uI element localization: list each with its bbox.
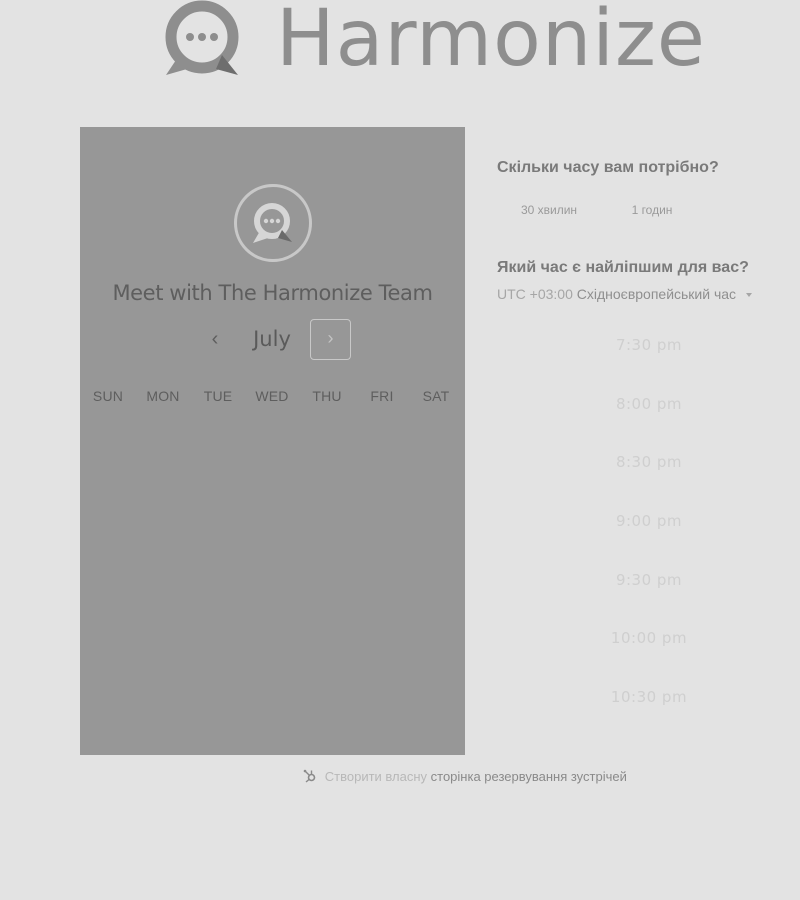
time-slot[interactable]: 8:30 pm [560,444,738,480]
duration-option-1hour[interactable]: 1 годин [606,197,698,223]
weekday-thu: THU [312,388,342,404]
brand-name: Harmonize [276,0,706,84]
timezone-offset: UTC +03:00 [497,286,573,302]
month-label: July [253,327,291,351]
timezone-select[interactable]: UTC +03:00 Східноєвропейський час [497,286,752,302]
weekday-header: SUN MON TUE WED THU FRI SAT [80,388,465,408]
time-heading: Який час є найліпшим для вас? [497,259,749,276]
footer-prefix: Створити власну [324,769,428,784]
duration-heading: Скільки часу вам потрібно? [497,159,719,176]
avatar [234,184,312,262]
weekday-sun: SUN [92,388,124,404]
chevron-right-icon[interactable]: › [310,319,351,360]
month-navigation: ‹ July › [80,319,465,361]
time-slot[interactable]: 8:00 pm [560,386,738,422]
weekday-tue: TUE [203,388,233,404]
chevron-left-icon[interactable]: ‹ [200,325,230,355]
meeting-title: Meet with The Harmonize Team [112,281,433,305]
duration-option-30min[interactable]: 30 хвилин [503,197,595,223]
caret-down-icon [745,293,752,298]
chat-bubble-dots-icon [253,203,292,243]
weekday-sat: SAT [422,388,450,404]
brand-header: Harmonize [160,0,706,82]
time-slot[interactable]: 10:00 pm [560,620,738,656]
weekday-fri: FRI [370,388,394,404]
chat-bubble-dots-icon [165,0,239,75]
time-slot[interactable]: 7:30 pm [560,327,738,363]
weekday-wed: WED [255,388,289,404]
time-slot[interactable]: 9:30 pm [560,562,738,598]
booking-page: Harmonize Meet with The Harmonize Team ‹… [0,0,800,900]
weekday-mon: MON [146,388,180,404]
footer-link[interactable]: сторінка резервування зустрічей [431,769,627,784]
timezone-name: Східноєвропейський час [576,286,737,302]
hubspot-sprocket-icon [303,769,316,783]
footer: Створити власну сторінка резервування зу… [0,769,800,784]
time-slot[interactable]: 9:00 pm [560,503,738,539]
time-slot[interactable]: 10:30 pm [560,679,738,715]
calendar-panel: Meet with The Harmonize Team ‹ July › SU… [80,127,465,755]
